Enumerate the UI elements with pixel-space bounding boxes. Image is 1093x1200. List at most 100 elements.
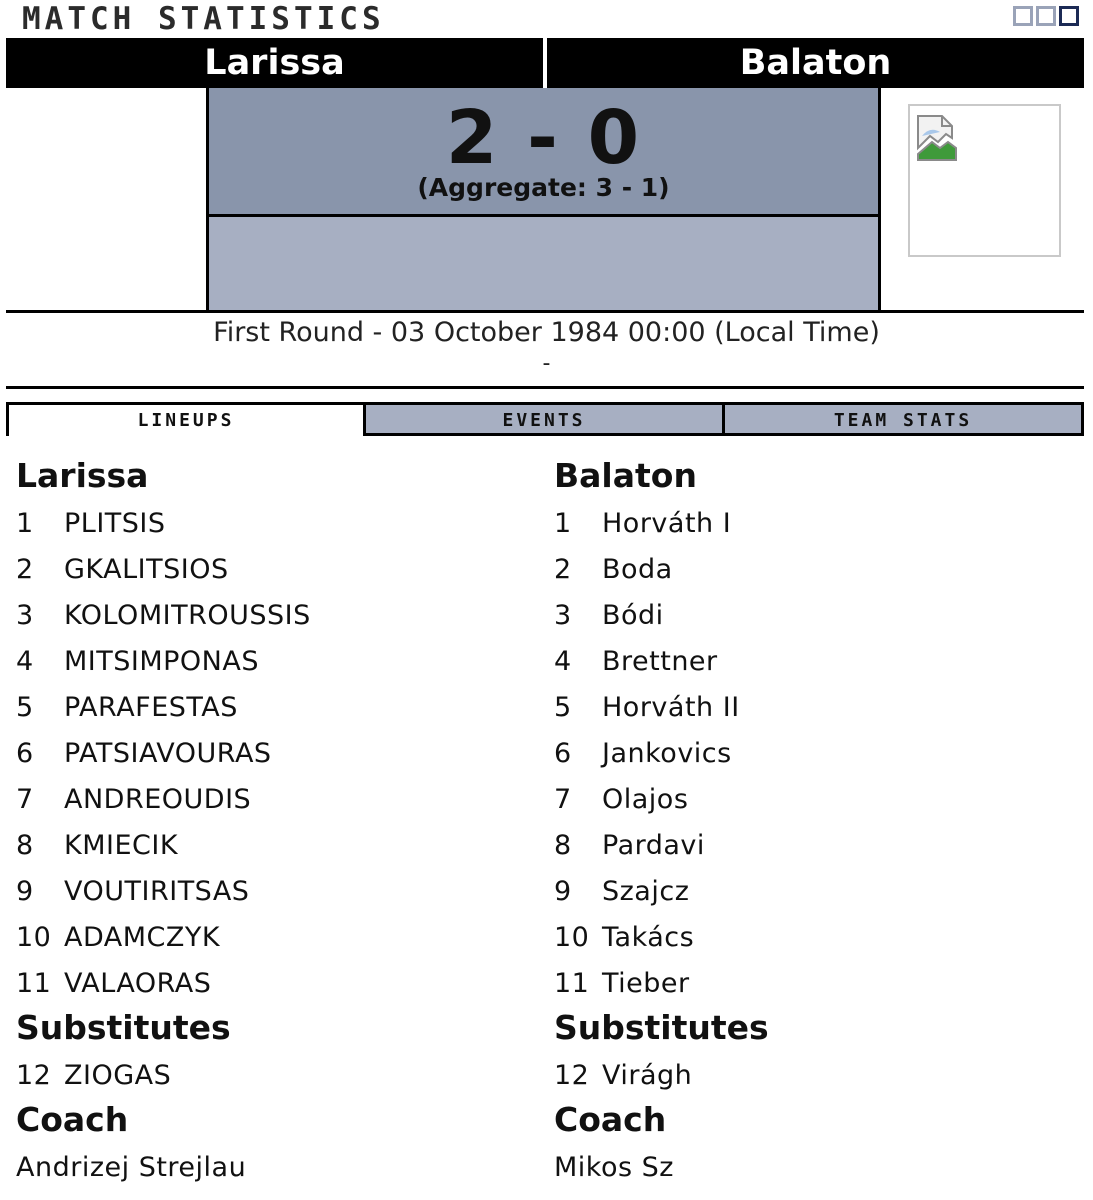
player-name[interactable]: Brettner <box>602 646 718 677</box>
player-row: 10 ADAMCZYK <box>16 915 536 961</box>
player-name[interactable]: Boda <box>602 554 673 585</box>
player-number: 2 <box>16 554 34 585</box>
player-number: 10 <box>16 922 52 953</box>
player-number: 3 <box>554 600 572 631</box>
player-name[interactable]: Bódi <box>602 600 664 631</box>
match-image <box>908 104 1061 257</box>
player-row: 1 Horváth I <box>554 501 1074 547</box>
player-row: 4 MITSIMPONAS <box>16 639 536 685</box>
player-row: 7 ANDREOUDIS <box>16 777 536 823</box>
player-number: 7 <box>554 784 572 815</box>
player-name[interactable]: ZIOGAS <box>64 1060 171 1091</box>
window-square-icon[interactable] <box>1036 6 1056 26</box>
match-statistics-page: Match Statistics Larissa Balaton 2 - 0 (… <box>0 0 1093 1200</box>
player-number: 4 <box>16 646 34 677</box>
player-name[interactable]: KOLOMITROUSSIS <box>64 600 311 631</box>
player-name[interactable]: ANDREOUDIS <box>64 784 251 815</box>
coach-name[interactable]: Mikos Sz <box>554 1145 1074 1191</box>
player-name[interactable]: ADAMCZYK <box>64 922 220 953</box>
substitute-row: 12 Virágh <box>554 1053 1074 1099</box>
player-name[interactable]: Tieber <box>602 968 690 999</box>
player-row: 4 Brettner <box>554 639 1074 685</box>
substitutes-heading: Substitutes <box>16 1008 231 1047</box>
player-row: 7 Olajos <box>554 777 1074 823</box>
match-score: 2 - 0 <box>445 95 642 181</box>
player-number: 7 <box>16 784 34 815</box>
player-number: 9 <box>16 876 34 907</box>
player-name[interactable]: PLITSIS <box>64 508 166 539</box>
team-names-bar: Larissa Balaton <box>6 38 1084 88</box>
player-number: 5 <box>16 692 34 723</box>
round-info: First Round - 03 October 1984 00:00 (Loc… <box>213 317 880 348</box>
player-name[interactable]: GKALITSIOS <box>64 554 229 585</box>
away-lineup: Balaton 1 Horváth I 2 Boda 3 Bódi 4 Brettner… <box>554 455 1074 1191</box>
player-number: 2 <box>554 554 572 585</box>
player-number: 8 <box>554 830 572 861</box>
player-row: 5 Horváth II <box>554 685 1074 731</box>
tab-events[interactable]: Events <box>363 402 725 436</box>
player-row: 2 Boda <box>554 547 1074 593</box>
home-lineup: Larissa 1 PLITSIS 2 GKALITSIOS 3 KOLOMITROU… <box>16 455 536 1191</box>
player-number: 12 <box>554 1060 590 1091</box>
player-name[interactable]: PARAFESTAS <box>64 692 238 723</box>
player-name[interactable]: VOUTIRITSAS <box>64 876 249 907</box>
broken-image-icon <box>917 115 957 161</box>
home-team-name[interactable]: Larissa <box>6 38 543 88</box>
score-details-panel <box>206 214 881 310</box>
coach-heading: Coach <box>16 1100 129 1139</box>
coach-heading: Coach <box>554 1100 667 1139</box>
page-header: Match Statistics <box>0 0 1093 38</box>
player-row: 6 PATSIAVOURAS <box>16 731 536 777</box>
player-name[interactable]: MITSIMPONAS <box>64 646 259 677</box>
tab-lineups[interactable]: Lineups <box>6 402 363 436</box>
player-name[interactable]: Horváth I <box>602 508 731 539</box>
aggregate-score: (Aggregate: 3 - 1) <box>417 173 670 202</box>
player-row: 3 KOLOMITROUSSIS <box>16 593 536 639</box>
player-row: 10 Takács <box>554 915 1074 961</box>
player-number: 6 <box>16 738 34 769</box>
player-row: 9 VOUTIRITSAS <box>16 869 536 915</box>
player-number: 11 <box>554 968 590 999</box>
player-name[interactable]: Olajos <box>602 784 688 815</box>
player-number: 3 <box>16 600 34 631</box>
player-name[interactable]: Pardavi <box>602 830 705 861</box>
coach-name[interactable]: Andrizej Strejlau <box>16 1145 536 1191</box>
window-square-active-icon[interactable] <box>1059 6 1079 26</box>
player-row: 11 VALAORAS <box>16 961 536 1007</box>
tab-team-stats[interactable]: Team Stats <box>725 402 1084 436</box>
player-name[interactable]: Horváth II <box>602 692 740 723</box>
player-number: 5 <box>554 692 572 723</box>
venue-info: - <box>542 351 551 376</box>
player-name[interactable]: VALAORAS <box>64 968 211 999</box>
stats-tabs: Lineups Events Team Stats <box>6 402 1084 436</box>
player-row: 11 Tieber <box>554 961 1074 1007</box>
player-name[interactable]: Takács <box>602 922 694 953</box>
player-number: 9 <box>554 876 572 907</box>
score-box: 2 - 0 (Aggregate: 3 - 1) <box>206 88 881 214</box>
player-name[interactable]: KMIECIK <box>64 830 178 861</box>
player-row: 6 Jankovics <box>554 731 1074 777</box>
divider-line <box>6 386 1084 389</box>
window-square-icon[interactable] <box>1013 6 1033 26</box>
player-number: 10 <box>554 922 590 953</box>
divider-line <box>6 310 1084 313</box>
away-team-name[interactable]: Balaton <box>547 38 1084 88</box>
player-row: 5 PARAFESTAS <box>16 685 536 731</box>
page-title: Match Statistics <box>22 1 385 37</box>
player-name[interactable]: PATSIAVOURAS <box>64 738 272 769</box>
player-number: 11 <box>16 968 52 999</box>
player-row: 8 Pardavi <box>554 823 1074 869</box>
player-number: 1 <box>16 508 34 539</box>
away-lineup-team: Balaton <box>554 456 697 495</box>
substitute-row: 12 ZIOGAS <box>16 1053 536 1099</box>
player-number: 4 <box>554 646 572 677</box>
player-number: 6 <box>554 738 572 769</box>
player-row: 1 PLITSIS <box>16 501 536 547</box>
player-name[interactable]: Virágh <box>602 1060 692 1091</box>
player-name[interactable]: Szajcz <box>602 876 689 907</box>
player-row: 8 KMIECIK <box>16 823 536 869</box>
player-name[interactable]: Jankovics <box>602 738 732 769</box>
player-row: 3 Bódi <box>554 593 1074 639</box>
player-number: 1 <box>554 508 572 539</box>
substitutes-heading: Substitutes <box>554 1008 769 1047</box>
